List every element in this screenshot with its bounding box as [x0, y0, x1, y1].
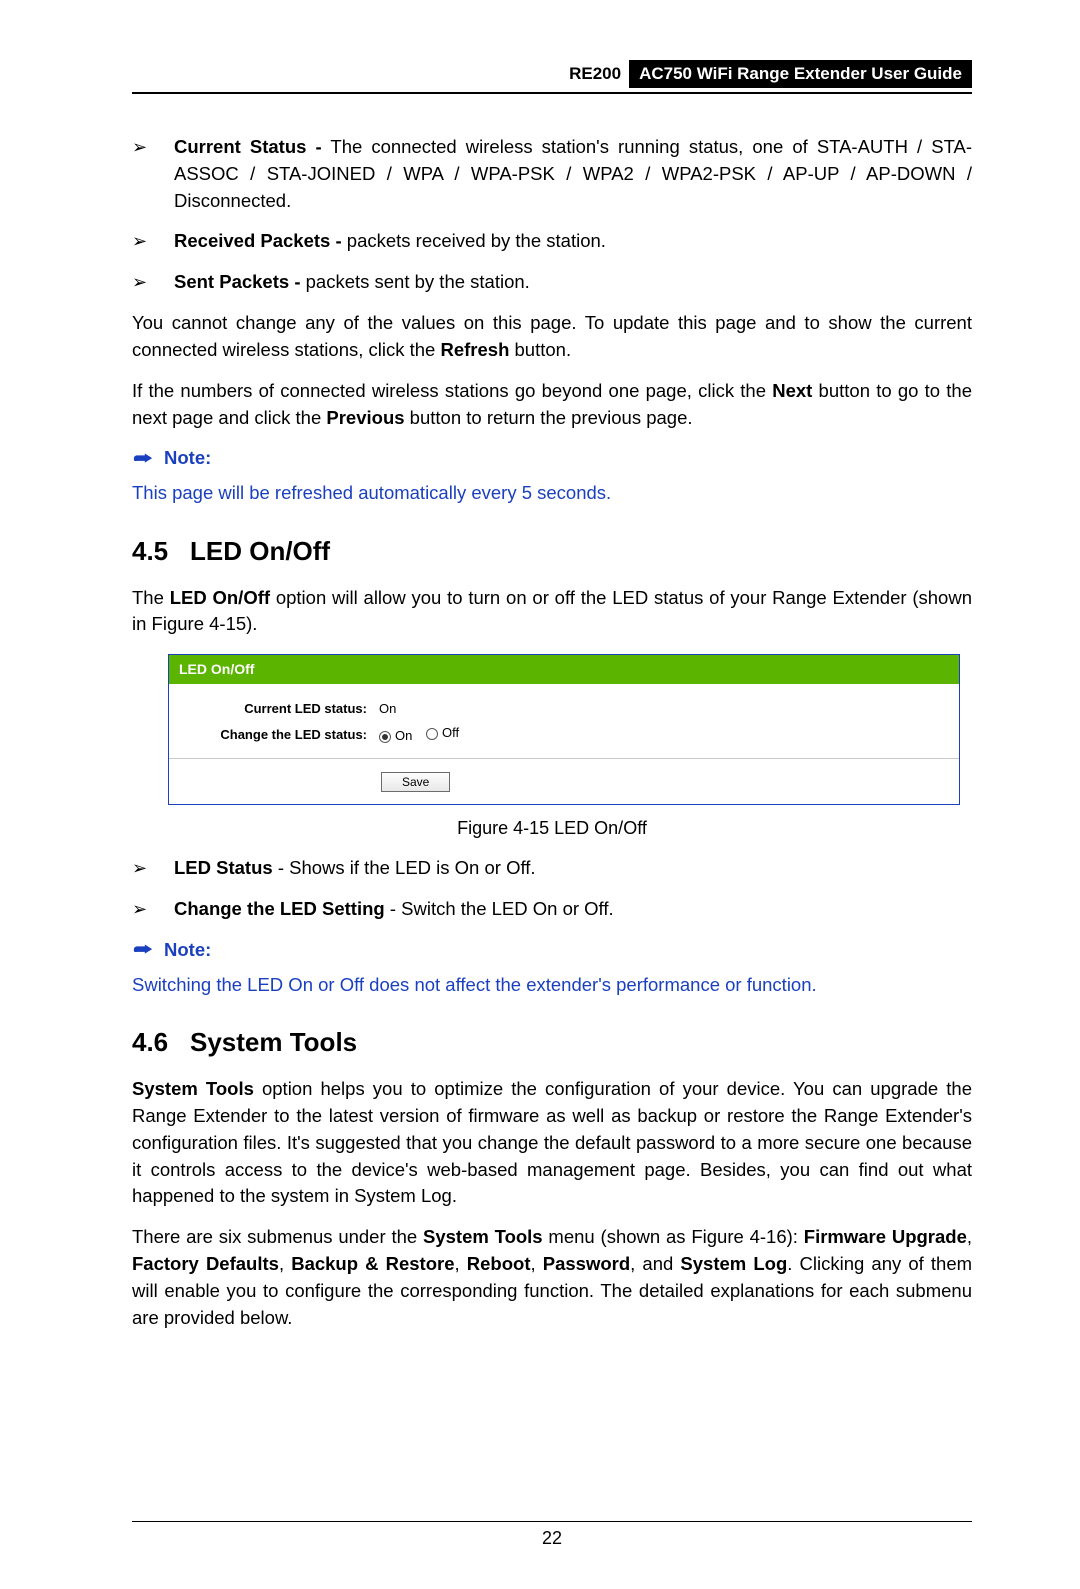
- text: , and: [630, 1253, 680, 1274]
- field-label: Current LED status:: [179, 700, 379, 719]
- bullet-current-status: ➢ Current Status - The connected wireles…: [132, 134, 972, 214]
- panel-footer: Save: [169, 759, 959, 804]
- text-bold: Reboot: [467, 1253, 531, 1274]
- radio-dot-icon: [379, 731, 391, 743]
- text: There are six submenus under the: [132, 1226, 423, 1247]
- note-label: Note:: [164, 445, 211, 472]
- text: menu (shown as Figure 4-16):: [543, 1226, 804, 1247]
- bullet-glyph-icon: ➢: [132, 855, 174, 882]
- text: button.: [509, 339, 571, 360]
- section-number: 4.6: [132, 1024, 190, 1062]
- bullet-lead: Change the LED Setting: [174, 898, 385, 919]
- text: ,: [531, 1253, 543, 1274]
- panel-body: Current LED status: On Change the LED st…: [169, 684, 959, 760]
- radio-label: Off: [442, 724, 459, 743]
- bullet-received-packets: ➢ Received Packets - packets received by…: [132, 228, 972, 255]
- save-button[interactable]: Save: [381, 772, 450, 792]
- page-content: ➢ Current Status - The connected wireles…: [132, 134, 972, 1331]
- text-bold: Previous: [326, 407, 404, 428]
- bullet-glyph-icon: ➢: [132, 228, 174, 255]
- note-label: Note:: [164, 937, 211, 964]
- bullet-sent-packets: ➢ Sent Packets - packets sent by the sta…: [132, 269, 972, 296]
- bullet-glyph-icon: ➢: [132, 269, 174, 296]
- text-bold: Backup & Restore: [291, 1253, 454, 1274]
- page-header: RE200 AC750 WiFi Range Extender User Gui…: [132, 60, 972, 88]
- text: ,: [279, 1253, 291, 1274]
- bullet-rest: packets received by the station.: [342, 230, 606, 251]
- bullet-rest: - Shows if the LED is On or Off.: [273, 857, 536, 878]
- doc-title: AC750 WiFi Range Extender User Guide: [629, 60, 972, 88]
- bullet-glyph-icon: ➢: [132, 134, 174, 214]
- page-number: 22: [132, 1528, 972, 1549]
- text: If the numbers of connected wireless sta…: [132, 380, 772, 401]
- paragraph-systools-1: System Tools option helps you to optimiz…: [132, 1076, 972, 1210]
- text-bold: System Log: [680, 1253, 787, 1274]
- section-number: 4.5: [132, 533, 190, 571]
- paragraph-pagination: If the numbers of connected wireless sta…: [132, 378, 972, 432]
- bullet-change-led-setting: ➢ Change the LED Setting - Switch the LE…: [132, 896, 972, 923]
- pointing-hand-icon: [132, 451, 154, 467]
- bullet-lead: Received Packets -: [174, 230, 342, 251]
- bullet-led-status: ➢ LED Status - Shows if the LED is On or…: [132, 855, 972, 882]
- text-bold: System Tools: [132, 1078, 254, 1099]
- note-header: Note:: [132, 445, 972, 472]
- paragraph-refresh: You cannot change any of the values on t…: [132, 310, 972, 364]
- bullet-rest: - Switch the LED On or Off.: [385, 898, 614, 919]
- note-body: This page will be refreshed automaticall…: [132, 480, 972, 507]
- bullet-lead: Sent Packets -: [174, 271, 300, 292]
- paragraph-systools-2: There are six submenus under the System …: [132, 1224, 972, 1331]
- field-label: Change the LED status:: [179, 726, 379, 745]
- figure-led-onoff-panel: LED On/Off Current LED status: On Change…: [168, 654, 960, 805]
- panel-header: LED On/Off: [169, 655, 959, 683]
- footer-rule: [132, 1521, 972, 1522]
- header-rule: [132, 92, 972, 94]
- paragraph-led-intro: The LED On/Off option will allow you to …: [132, 585, 972, 639]
- radio-dot-icon: [426, 728, 438, 740]
- text: ,: [455, 1253, 467, 1274]
- section-title: System Tools: [190, 1027, 357, 1057]
- text-bold: Password: [543, 1253, 630, 1274]
- text: The: [132, 587, 170, 608]
- pointing-hand-icon: [132, 942, 154, 958]
- text-bold: Firmware Upgrade: [804, 1226, 967, 1247]
- text: ,: [967, 1226, 972, 1247]
- bullet-lead: LED Status: [174, 857, 273, 878]
- section-heading-4-5: 4.5LED On/Off: [132, 533, 972, 571]
- model-badge: RE200: [561, 60, 629, 88]
- radio-label: On: [395, 727, 412, 746]
- text-bold: Factory Defaults: [132, 1253, 279, 1274]
- bullet-glyph-icon: ➢: [132, 896, 174, 923]
- text-bold: System Tools: [423, 1226, 543, 1247]
- document-page: RE200 AC750 WiFi Range Extender User Gui…: [0, 0, 1080, 1589]
- text: option helps you to optimize the configu…: [132, 1078, 972, 1206]
- bullet-lead: Current Status -: [174, 136, 322, 157]
- section-title: LED On/Off: [190, 536, 330, 566]
- row-current-led-status: Current LED status: On: [179, 700, 949, 719]
- note-body: Switching the LED On or Off does not aff…: [132, 972, 972, 999]
- section-heading-4-6: 4.6System Tools: [132, 1024, 972, 1062]
- note-header: Note:: [132, 937, 972, 964]
- figure-caption: Figure 4-15 LED On/Off: [132, 815, 972, 841]
- text-bold: LED On/Off: [170, 587, 270, 608]
- text-bold: Next: [772, 380, 812, 401]
- text-bold: Refresh: [440, 339, 509, 360]
- field-value: On: [379, 700, 396, 719]
- text: button to return the previous page.: [405, 407, 693, 428]
- radio-off[interactable]: Off: [426, 724, 459, 743]
- radio-on[interactable]: On: [379, 727, 412, 746]
- row-change-led-status: Change the LED status: On Off: [179, 724, 949, 746]
- bullet-rest: packets sent by the station.: [300, 271, 529, 292]
